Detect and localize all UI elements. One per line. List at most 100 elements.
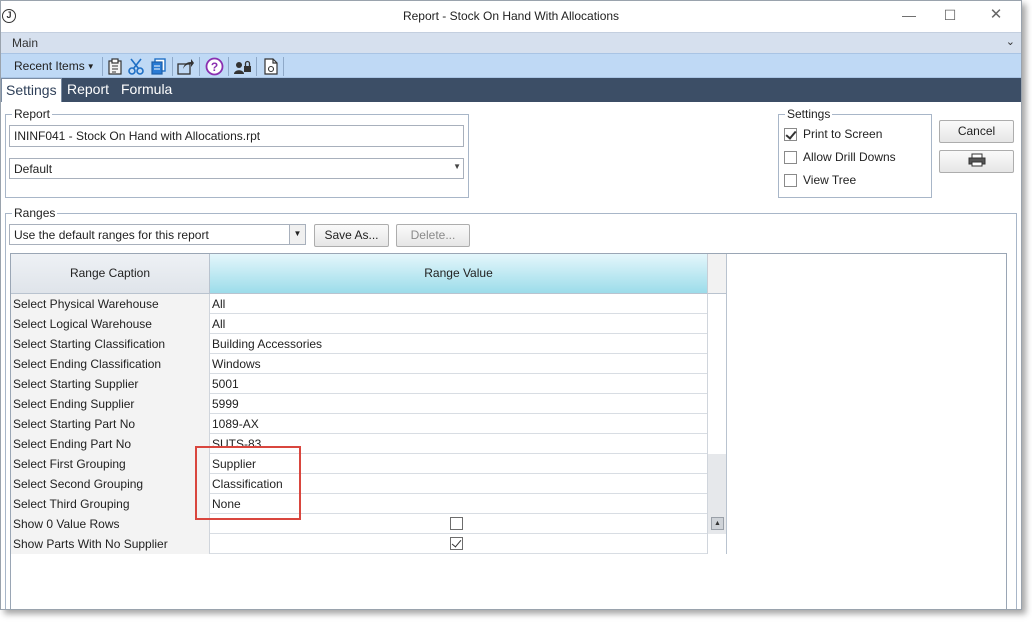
quick-toolbar: Recent Items ▼ ? [1, 53, 1021, 78]
save-as-button[interactable]: Save As... [314, 224, 389, 247]
clipboard-icon[interactable] [106, 57, 125, 76]
ranges-preset-select[interactable]: Use the default ranges for this report ▼ [9, 224, 306, 245]
range-value-cell[interactable]: Building Accessories [210, 334, 707, 354]
maximize-button[interactable]: ☐ [935, 5, 965, 27]
range-caption-cell: Select Third Grouping [11, 494, 210, 514]
ribbon-tab-main[interactable]: Main [12, 36, 38, 50]
settings-group: Settings Print to Screen Allow Drill Dow… [778, 107, 932, 198]
toolbar-separator [172, 57, 173, 76]
print-to-screen-option[interactable]: Print to Screen [784, 127, 882, 145]
tab-settings[interactable]: Settings [1, 78, 62, 102]
range-caption-cell: Select First Grouping [11, 454, 210, 474]
scissors-icon[interactable] [127, 57, 146, 76]
view-tree-option[interactable]: View Tree [784, 173, 856, 191]
range-caption-cell: Select Ending Classification [11, 354, 210, 374]
range-caption-cell: Select Ending Supplier [11, 394, 210, 414]
close-button[interactable]: ✕ [981, 5, 1011, 27]
tab-report[interactable]: Report [63, 78, 113, 102]
allow-drill-downs-checkbox[interactable] [784, 151, 797, 164]
window-title: Report - Stock On Hand With Allocations [402, 9, 620, 23]
grid-scroll-track [707, 534, 727, 554]
ranges-group-label: Ranges [12, 206, 58, 220]
print-button[interactable] [939, 150, 1014, 173]
grid-scroll-track [707, 474, 727, 494]
help-icon[interactable]: ? [205, 57, 224, 76]
show-zero-value-rows-checkbox[interactable] [450, 517, 463, 530]
svg-text:?: ? [211, 60, 218, 74]
range-value-cell[interactable]: All [210, 294, 707, 314]
range-caption-cell: Select Physical Warehouse [11, 294, 210, 314]
user-lock-icon[interactable] [233, 57, 252, 76]
report-format-select[interactable]: Default ▼ [9, 158, 464, 179]
ribbon-collapse-icon[interactable]: ⌄ [1006, 35, 1015, 48]
grid-scroll-track [707, 394, 727, 414]
share-icon[interactable] [176, 57, 195, 76]
grid-scroll-track [707, 454, 727, 474]
table-row[interactable]: Select Ending Supplier 5999 [11, 394, 727, 414]
settings-panel: Report ININF041 - Stock On Hand with All… [1, 102, 1021, 609]
ranges-preset-value: Use the default ranges for this report [14, 228, 209, 242]
grid-scroll-track [707, 334, 727, 354]
view-tree-label: View Tree [803, 173, 857, 187]
grid-scroll-track: ▲ [707, 514, 727, 534]
report-window: J Report - Stock On Hand With Allocation… [0, 0, 1022, 610]
cancel-button[interactable]: Cancel [939, 120, 1014, 143]
range-value-cell[interactable]: 1089-AX [210, 414, 707, 434]
toolbar-separator [102, 57, 103, 76]
column-header-range-value[interactable]: Range Value [210, 254, 707, 294]
range-caption-cell: Show 0 Value Rows [11, 514, 210, 534]
range-value-cell[interactable]: All [210, 314, 707, 334]
grid-scroll-track [707, 294, 727, 314]
copy-icon[interactable] [149, 57, 168, 76]
table-row[interactable]: Show 0 Value Rows ▲ [11, 514, 727, 534]
printer-icon [968, 153, 985, 167]
range-caption-cell: Select Starting Classification [11, 334, 210, 354]
grid-scroll-track [707, 414, 727, 434]
print-to-screen-checkbox[interactable] [784, 128, 797, 141]
range-value-cell[interactable]: 5999 [210, 394, 707, 414]
range-value-cell[interactable]: Windows [210, 354, 707, 374]
report-group-label: Report [12, 107, 53, 121]
report-file-input[interactable]: ININF041 - Stock On Hand with Allocation… [9, 125, 464, 147]
table-row[interactable]: Select Third Grouping None [11, 494, 727, 514]
range-value-cell[interactable]: 5001 [210, 374, 707, 394]
minimize-button[interactable]: — [894, 5, 924, 27]
dropdown-arrow-icon: ▼ [453, 162, 461, 171]
table-row[interactable]: Select Starting Supplier 5001 [11, 374, 727, 394]
range-caption-cell: Show Parts With No Supplier [11, 534, 210, 554]
table-row[interactable]: Select Logical Warehouse All [11, 314, 727, 334]
view-tree-checkbox[interactable] [784, 174, 797, 187]
range-caption-cell: Select Logical Warehouse [11, 314, 210, 334]
main-tab-bar: Settings Report Formula [1, 78, 1021, 102]
delete-button[interactable]: Delete... [396, 224, 470, 247]
document-icon[interactable] [261, 57, 280, 76]
range-caption-cell: Select Second Grouping [11, 474, 210, 494]
recent-items-dropdown[interactable]: Recent Items ▼ [10, 58, 99, 75]
print-to-screen-label: Print to Screen [803, 127, 883, 141]
settings-group-label: Settings [785, 107, 833, 121]
recent-items-label: Recent Items [14, 59, 85, 73]
allow-drill-downs-option[interactable]: Allow Drill Downs [784, 150, 896, 168]
table-row[interactable]: Select First Grouping Supplier [11, 454, 727, 474]
table-row[interactable]: Select Ending Classification Windows [11, 354, 727, 374]
highlight-annotation-box [195, 446, 301, 520]
ribbon-header: Main ⌄ [1, 32, 1021, 53]
toolbar-separator [283, 57, 284, 76]
show-parts-no-supplier-checkbox[interactable] [450, 537, 463, 550]
toolbar-separator [256, 57, 257, 76]
ranges-grid: Range Caption Range Value Select Physica… [10, 253, 1007, 609]
range-caption-cell: Select Ending Part No [11, 434, 210, 454]
grid-scroll-track [707, 434, 727, 454]
table-row[interactable]: Select Ending Part No SUTS-83 [11, 434, 727, 454]
tab-formula[interactable]: Formula [117, 78, 176, 102]
table-row[interactable]: Select Second Grouping Classification [11, 474, 727, 494]
column-header-range-caption[interactable]: Range Caption [11, 254, 210, 294]
table-row[interactable]: Select Starting Part No 1089-AX [11, 414, 727, 434]
table-row[interactable]: Show Parts With No Supplier [11, 534, 727, 554]
dropdown-caret-icon: ▼ [86, 62, 95, 71]
table-row[interactable]: Select Physical Warehouse All [11, 294, 727, 314]
dropdown-arrow-icon: ▼ [289, 225, 305, 244]
table-row[interactable]: Select Starting Classification Building … [11, 334, 727, 354]
scroll-up-arrow-icon[interactable]: ▲ [711, 517, 724, 530]
toolbar-separator [228, 57, 229, 76]
